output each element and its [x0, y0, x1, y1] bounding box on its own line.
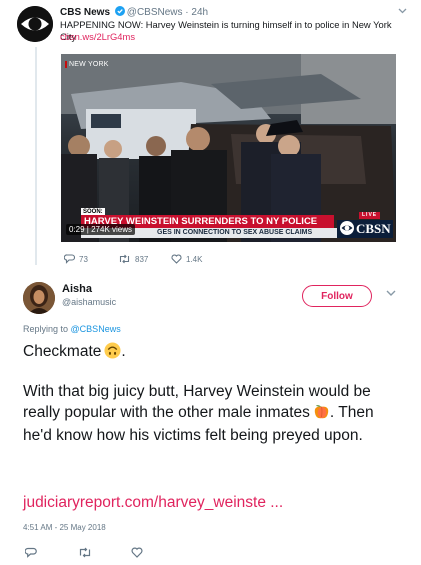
tweet-line-1-text: Checkmate [23, 343, 102, 360]
video-player[interactable]: NEW YORK SOON: HARVEY WEINSTEIN SURRENDE… [61, 54, 396, 242]
tweet-link[interactable]: judiciaryreport.com/harvey_weinste ... [23, 494, 283, 512]
heart-icon [171, 254, 182, 264]
video-network-logo: CBSN [337, 220, 393, 238]
tweet-text: Checkmate. With that big juicy butt, Har… [23, 342, 403, 447]
quoted-like-count: 1.4K [186, 255, 203, 264]
cbs-eye-logo-icon [340, 221, 354, 240]
quoted-tweet-header: CBS News @CBSNews · 24h [60, 6, 208, 19]
chevron-down-icon[interactable] [386, 289, 396, 300]
verified-badge-icon [114, 6, 125, 19]
tweet-line-2: With that big juicy butt, Harvey Weinste… [23, 382, 403, 447]
quoted-author-handle[interactable]: @CBSNews [127, 7, 183, 18]
quoted-time[interactable]: 24h [191, 7, 208, 18]
reply-context-prefix: Replying to [23, 324, 69, 334]
tweet-timestamp[interactable]: 4:51 AM - 25 May 2018 [23, 523, 106, 532]
video-network-name: CBSN [356, 221, 391, 236]
quoted-retweet-count: 837 [135, 255, 149, 264]
quoted-reply-count: 73 [79, 255, 88, 264]
quoted-like-button[interactable]: 1.4K [171, 254, 202, 264]
quoted-time-separator: · [185, 7, 189, 18]
avatar[interactable] [23, 282, 55, 314]
upside-down-face-emoji-icon [104, 342, 121, 366]
retweet-button[interactable] [78, 545, 92, 563]
quoted-tweet-link[interactable]: cbsn.ws/2LrG4ms [60, 31, 135, 42]
reply-icon [24, 547, 37, 558]
video-location-tag: NEW YORK [65, 61, 109, 68]
follow-button[interactable]: Follow [302, 285, 372, 307]
author-handle[interactable]: @aishamusic [62, 297, 116, 307]
quoted-reply-button[interactable]: 73 [63, 254, 88, 264]
reply-button[interactable] [24, 545, 37, 563]
video-scene [61, 54, 396, 242]
heart-icon [131, 547, 143, 558]
video-time-views: 0:29 | 274K views [66, 224, 136, 235]
retweet-icon [119, 254, 130, 264]
like-button[interactable] [131, 545, 143, 563]
tweet-line-1: Checkmate. [23, 342, 403, 362]
video-live-tag: LIVE [359, 212, 381, 219]
chevron-down-icon[interactable] [398, 6, 407, 17]
cbs-eye-logo-icon[interactable] [17, 6, 53, 42]
reply-to-mention[interactable]: @CBSNews [71, 324, 121, 334]
reply-context: Replying to @CBSNews [23, 324, 121, 334]
thread-line [35, 47, 37, 265]
retweet-icon [79, 547, 91, 558]
author-name[interactable]: Aisha [62, 283, 92, 295]
reply-icon [63, 254, 76, 264]
quoted-author-name[interactable]: CBS News [60, 7, 110, 18]
peach-emoji-icon [313, 403, 330, 427]
quoted-retweet-button[interactable]: 837 [118, 254, 148, 264]
